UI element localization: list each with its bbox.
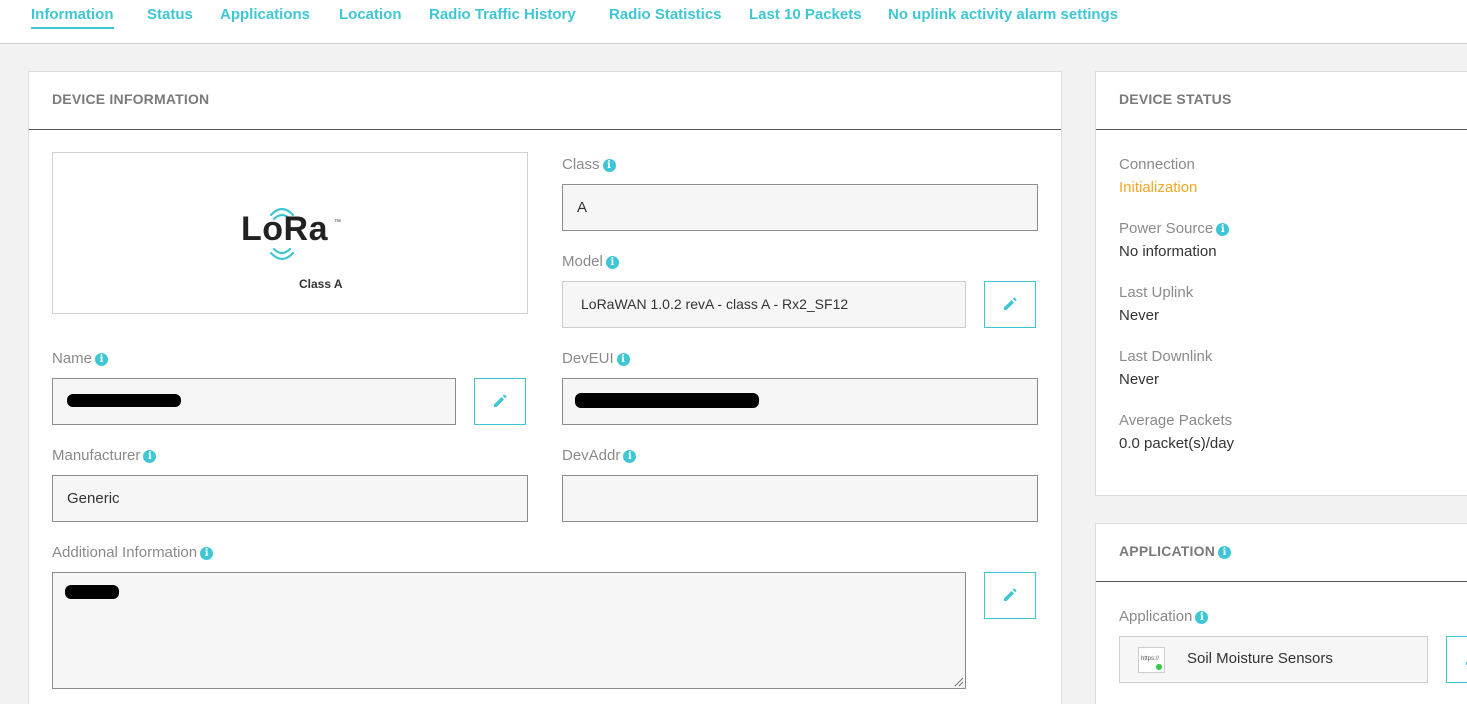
tab-bar: Information Status Applications Location… bbox=[0, 0, 1467, 44]
info-icon[interactable]: i bbox=[143, 450, 157, 463]
additional-info-textarea[interactable] bbox=[52, 572, 966, 689]
info-icon[interactable]: i bbox=[95, 353, 109, 366]
average-packets-label: Average Packets bbox=[1119, 412, 1233, 429]
devaddr-label: DevAddr i bbox=[562, 447, 637, 464]
manufacturer-field[interactable]: Generic bbox=[52, 475, 528, 522]
devaddr-label-text: DevAddr bbox=[562, 447, 621, 464]
application-panel: APPLICATION i Application i https:// Soil … bbox=[1095, 523, 1467, 704]
tab-applications[interactable]: Applications bbox=[220, 6, 310, 23]
model-field[interactable]: LoRaWAN 1.0.2 revA - class A - Rx2_SF12 bbox=[562, 281, 966, 328]
info-icon[interactable]: i bbox=[605, 256, 619, 269]
pencil-icon bbox=[494, 394, 507, 407]
info-icon[interactable]: i bbox=[200, 547, 214, 560]
edit-name-button[interactable] bbox=[474, 378, 526, 425]
edit-model-button[interactable] bbox=[984, 281, 1036, 328]
resize-handle-icon[interactable] bbox=[954, 677, 964, 687]
tab-last-10-packets[interactable]: Last 10 Packets bbox=[749, 6, 862, 23]
panel-title: APPLICATION i bbox=[1119, 543, 1232, 559]
tab-status[interactable]: Status bbox=[147, 6, 193, 23]
additional-info-label-text: Additional Information bbox=[52, 544, 198, 561]
panel-title: DEVICE INFORMATION bbox=[52, 91, 210, 107]
class-label: Class i bbox=[562, 156, 616, 173]
tab-no-uplink-alarm-settings[interactable]: No uplink activity alarm settings bbox=[888, 6, 1118, 23]
device-logo-box: LoRa ™ Class A bbox=[52, 152, 528, 314]
connection-value: Initialization bbox=[1119, 179, 1198, 196]
additional-info-label: Additional Information i bbox=[52, 544, 214, 561]
power-source-value: No information bbox=[1119, 243, 1217, 260]
pencil-icon bbox=[1004, 588, 1017, 601]
application-name: Soil Moisture Sensors bbox=[1187, 650, 1333, 667]
application-field[interactable]: https:// Soil Moisture Sensors bbox=[1119, 636, 1428, 683]
class-label-text: Class bbox=[562, 156, 600, 173]
info-icon[interactable]: i bbox=[1218, 546, 1232, 559]
deveui-label-text: DevEUI bbox=[562, 350, 614, 367]
lora-trademark: ™ bbox=[334, 219, 341, 226]
redaction-mark bbox=[65, 585, 119, 599]
panel-header: APPLICATION i bbox=[1096, 524, 1467, 582]
last-downlink-value: Never bbox=[1119, 371, 1160, 388]
device-status-panel: DEVICE STATUS Connection Initialization … bbox=[1095, 71, 1467, 496]
class-field[interactable]: A bbox=[562, 184, 1038, 231]
redaction-mark bbox=[575, 393, 759, 408]
lora-logo-text: LoRa bbox=[241, 210, 328, 248]
power-source-label: Power Source i bbox=[1119, 220, 1230, 237]
devaddr-field[interactable] bbox=[562, 475, 1038, 522]
panel-title: DEVICE STATUS bbox=[1119, 91, 1232, 107]
tab-radio-statistics[interactable]: Radio Statistics bbox=[609, 6, 722, 23]
pencil-icon bbox=[1004, 297, 1017, 310]
tab-radio-traffic-history[interactable]: Radio Traffic History bbox=[429, 6, 576, 23]
status-dot-icon bbox=[1156, 664, 1162, 670]
average-packets-value: 0.0 packet(s)/day bbox=[1119, 435, 1235, 452]
application-label-text: Application bbox=[1119, 608, 1193, 625]
connection-label: Connection bbox=[1119, 156, 1195, 173]
last-uplink-value: Never bbox=[1119, 307, 1160, 324]
model-label-text: Model bbox=[562, 253, 603, 270]
edit-additional-info-button[interactable] bbox=[984, 572, 1036, 619]
info-icon[interactable]: i bbox=[616, 353, 630, 366]
panel-header: DEVICE INFORMATION bbox=[29, 72, 1061, 130]
lora-class-caption: Class A bbox=[299, 277, 343, 291]
https-app-icon: https:// bbox=[1138, 647, 1165, 673]
info-icon[interactable]: i bbox=[1195, 611, 1209, 624]
last-downlink-label: Last Downlink bbox=[1119, 348, 1213, 365]
panel-header: DEVICE STATUS bbox=[1096, 72, 1467, 130]
tab-information[interactable]: Information bbox=[31, 6, 114, 29]
model-label: Model i bbox=[562, 253, 619, 270]
info-icon[interactable]: i bbox=[602, 159, 616, 172]
info-icon[interactable]: i bbox=[623, 450, 637, 463]
last-uplink-label: Last Uplink bbox=[1119, 284, 1194, 301]
application-title-text: APPLICATION bbox=[1119, 543, 1216, 559]
name-label-text: Name bbox=[52, 350, 93, 367]
power-source-label-text: Power Source bbox=[1119, 220, 1214, 237]
redaction-mark bbox=[67, 394, 181, 407]
deveui-label: DevEUI i bbox=[562, 350, 630, 367]
manufacturer-label: Manufacturer i bbox=[52, 447, 157, 464]
tab-location[interactable]: Location bbox=[339, 6, 402, 23]
application-label: Application i bbox=[1119, 608, 1209, 625]
device-information-panel: DEVICE INFORMATION LoRa ™ Class A Class i… bbox=[28, 71, 1062, 704]
name-label: Name i bbox=[52, 350, 109, 367]
info-icon[interactable]: i bbox=[1216, 223, 1230, 236]
manufacturer-label-text: Manufacturer bbox=[52, 447, 141, 464]
app-icon-text: https:// bbox=[1141, 656, 1160, 662]
edit-application-button[interactable] bbox=[1446, 636, 1467, 683]
